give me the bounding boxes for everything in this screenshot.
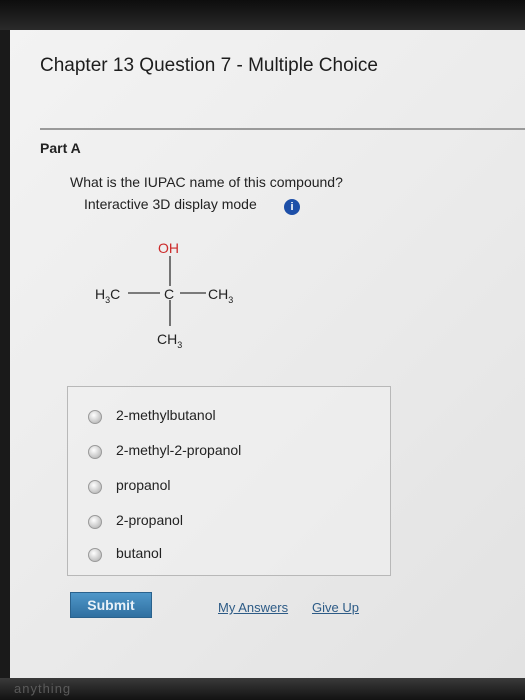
header-divider — [40, 128, 525, 130]
choice-label: 2-propanol — [116, 512, 183, 528]
radio-button-icon[interactable] — [88, 445, 102, 459]
footer-partial-text: anything — [14, 681, 72, 696]
submit-button[interactable]: Submit — [70, 592, 152, 618]
choice-label: butanol — [116, 545, 162, 561]
display-mode-label: Interactive 3D display mode — [84, 196, 257, 212]
radio-button-icon[interactable] — [88, 410, 102, 424]
my-answers-link[interactable]: My Answers — [218, 600, 288, 615]
part-label: Part A — [40, 140, 81, 156]
page-title: Chapter 13 Question 7 - Multiple Choice — [40, 55, 378, 76]
give-up-link[interactable]: Give Up — [312, 600, 359, 615]
browser-top-bar — [0, 0, 525, 30]
choice-label: 2-methylbutanol — [116, 407, 216, 423]
choice-label: 2-methyl-2-propanol — [116, 442, 242, 458]
radio-button-icon[interactable] — [88, 515, 102, 529]
info-icon[interactable]: i — [284, 199, 300, 215]
choice-label: propanol — [116, 477, 171, 493]
question-text: What is the IUPAC name of this compound? — [70, 174, 343, 190]
radio-button-icon[interactable] — [88, 548, 102, 562]
bottom-bezel — [0, 678, 525, 700]
answer-choices-box: 2-methylbutanol 2-methyl-2-propanol prop… — [67, 386, 391, 576]
radio-button-icon[interactable] — [88, 480, 102, 494]
